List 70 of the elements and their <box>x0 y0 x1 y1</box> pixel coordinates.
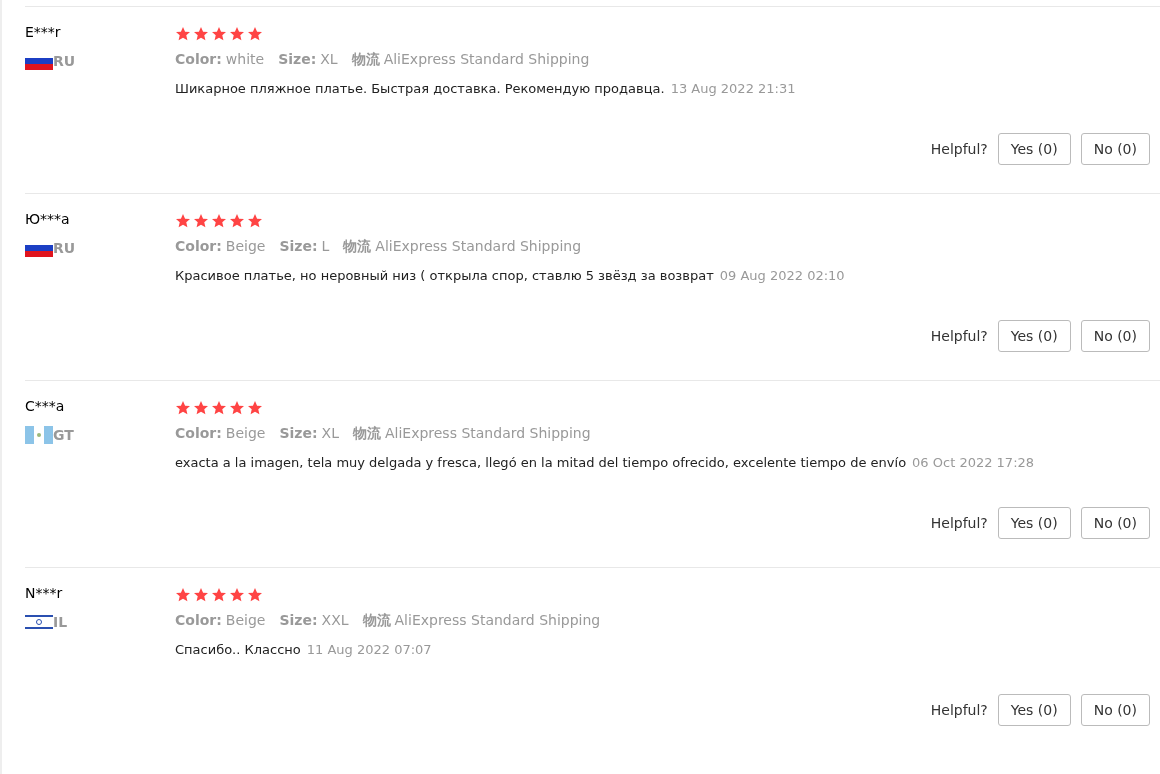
star-icon <box>175 213 191 229</box>
star-icon <box>193 400 209 416</box>
star-icon <box>193 213 209 229</box>
star-icon <box>229 26 245 42</box>
country-code: GT <box>53 427 74 443</box>
size-label: Size: <box>279 612 318 628</box>
yes-button[interactable]: Yes (0) <box>997 133 1071 165</box>
review-text: Шикарное пляжное платье. Быстрая доставка. Рекомендую продавца. 13 Aug 2022 21:31 <box>175 80 797 98</box>
color-value: Beige <box>225 238 266 254</box>
country-code: RU <box>53 240 76 256</box>
star-icon <box>175 400 191 416</box>
size-value: XL <box>320 51 338 67</box>
no-button[interactable]: No (0) <box>1080 507 1150 539</box>
shipping-label: 物流 <box>351 51 380 67</box>
star-icon <box>247 26 263 42</box>
star-icon <box>229 213 245 229</box>
shipping-value: AliExpress Standard Shipping <box>383 51 590 67</box>
color-value: Beige <box>225 612 266 628</box>
size-label: Size: <box>279 238 318 254</box>
star-icon <box>211 26 227 42</box>
no-button[interactable]: No (0) <box>1080 694 1150 726</box>
color-value: Beige <box>225 425 266 441</box>
shipping-value: AliExpress Standard Shipping <box>375 238 582 254</box>
shipping-value: AliExpress Standard Shipping <box>394 612 601 628</box>
star-icon <box>193 587 209 603</box>
helpful-label: Helpful? <box>930 328 988 344</box>
yes-button[interactable]: Yes (0) <box>997 694 1071 726</box>
size-label: Size: <box>278 51 317 67</box>
reviewer-name: E***r <box>25 24 62 40</box>
size-value: L <box>321 238 330 254</box>
review-text: Красивое платье, но неровный низ ( открыла спор, ставлю 5 звёзд за возврат 09 Aug 2022 02:10 <box>175 267 846 285</box>
color-label: Color: <box>175 51 222 67</box>
shipping-label: 物流 <box>352 425 381 441</box>
review-text: exacta a la imagen, tela muy delgada y fresca, llegó en la mitad del tiempo ofrecido, excelente tiempo de envío 06 Oct 2022 17:28 <box>175 454 1035 472</box>
star-icon <box>193 26 209 42</box>
reviewer-name: N***r <box>25 585 64 601</box>
star-icon <box>211 213 227 229</box>
review-text: Спасибо.. Классно 11 Aug 2022 07:07 <box>175 641 433 659</box>
yes-button[interactable]: Yes (0) <box>997 507 1071 539</box>
no-button[interactable]: No (0) <box>1080 320 1150 352</box>
star-icon <box>175 26 191 42</box>
country-code: RU <box>53 53 76 69</box>
star-icon <box>229 400 245 416</box>
flag-icon <box>25 613 53 631</box>
helpful-label: Helpful? <box>930 702 988 718</box>
size-value: XXL <box>321 612 349 628</box>
color-label: Color: <box>175 238 222 254</box>
star-icon <box>229 587 245 603</box>
shipping-value: AliExpress Standard Shipping <box>384 425 591 441</box>
color-label: Color: <box>175 612 222 628</box>
star-icon <box>247 587 263 603</box>
star-icon <box>175 587 191 603</box>
size-value: XL <box>321 425 339 441</box>
shipping-label: 物流 <box>362 612 391 628</box>
helpful-label: Helpful? <box>930 515 988 531</box>
star-icon <box>211 587 227 603</box>
shipping-label: 物流 <box>343 238 372 254</box>
reviewer-name: Ю***a <box>25 211 71 227</box>
helpful-label: Helpful? <box>930 141 988 157</box>
color-value: white <box>225 51 265 67</box>
yes-button[interactable]: Yes (0) <box>997 320 1071 352</box>
country-code: IL <box>53 614 68 630</box>
no-button[interactable]: No (0) <box>1080 133 1150 165</box>
size-label: Size: <box>279 425 318 441</box>
flag-icon <box>25 426 53 444</box>
star-icon <box>211 400 227 416</box>
star-icon <box>247 400 263 416</box>
star-icon <box>247 213 263 229</box>
color-label: Color: <box>175 425 222 441</box>
reviewer-name: C***a <box>25 398 66 414</box>
